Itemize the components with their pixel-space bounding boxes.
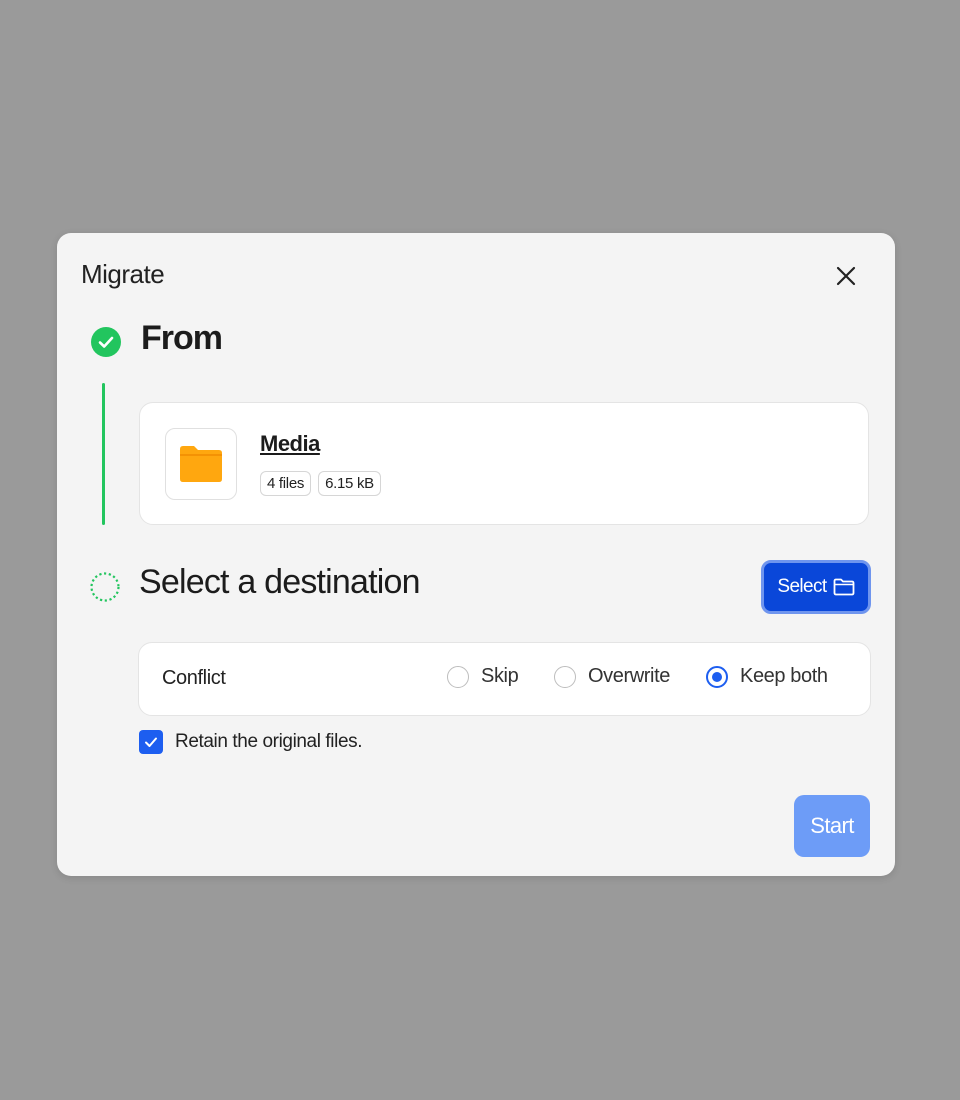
retain-original-checkbox-row[interactable]: Retain the original files.	[139, 730, 363, 754]
retain-original-checkbox[interactable]	[139, 730, 163, 754]
conflict-label: Conflict	[162, 667, 226, 689]
radio-skip[interactable]	[447, 665, 469, 688]
close-button[interactable]	[831, 261, 861, 291]
source-card: Media 4 files 6.15 kB	[139, 402, 869, 525]
folder-icon	[180, 446, 222, 482]
migrate-dialog: Migrate From Media 4 files 6.15 kB Selec…	[57, 233, 895, 876]
conflict-option-skip[interactable]: Skip	[447, 665, 519, 688]
close-icon[interactable]	[831, 261, 861, 291]
radio-keep-both[interactable]	[706, 665, 728, 688]
radio-skip-label: Skip	[481, 665, 519, 687]
conflict-option-keep-both[interactable]: Keep both	[706, 665, 828, 688]
step-from-title: From	[141, 319, 223, 357]
step-connector-line	[102, 383, 105, 525]
radio-keep-both-label: Keep both	[740, 665, 828, 687]
checkmark-icon	[145, 737, 157, 747]
check-circle-icon	[91, 327, 121, 357]
source-folder-thumbnail	[165, 428, 237, 500]
radio-overwrite-label: Overwrite	[588, 665, 670, 687]
step-destination-title: Select a destination	[139, 563, 421, 601]
conflict-options-card: Conflict Skip Overwrite Keep both	[138, 642, 871, 716]
conflict-option-overwrite[interactable]: Overwrite	[554, 665, 670, 688]
select-button-label: Select	[777, 576, 827, 597]
dialog-title: Migrate	[81, 259, 165, 289]
start-button[interactable]: Start	[794, 795, 870, 857]
dotted-circle-icon	[90, 572, 120, 602]
file-count-badge: 4 files	[260, 471, 312, 496]
folder-outline-icon	[833, 578, 855, 596]
select-destination-button[interactable]: Select	[761, 560, 871, 614]
file-size-badge: 6.15 kB	[318, 471, 381, 496]
retain-original-label: Retain the original files.	[175, 731, 363, 752]
radio-overwrite[interactable]	[554, 665, 576, 688]
source-badges: 4 files 6.15 kB	[260, 471, 381, 496]
source-folder-link[interactable]: Media	[260, 431, 320, 457]
